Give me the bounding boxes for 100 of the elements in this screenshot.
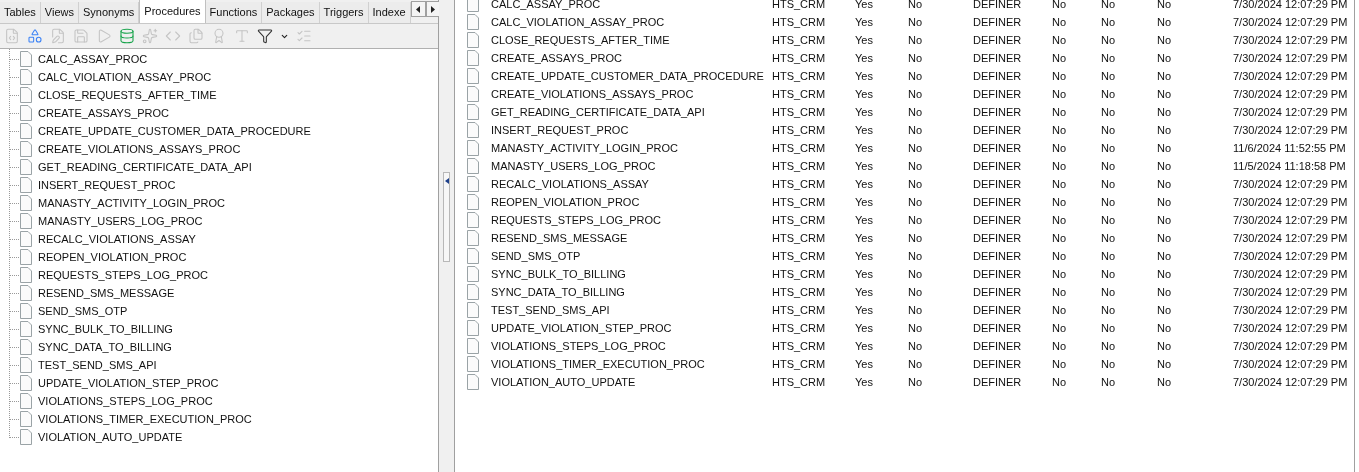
tab[interactable]: Packages bbox=[262, 2, 320, 23]
table-cell-text: No bbox=[1052, 302, 1068, 318]
table-cell-text: No bbox=[1052, 50, 1068, 66]
table-cell-text: Yes bbox=[855, 248, 874, 264]
table-cell-text: No bbox=[1101, 338, 1117, 354]
tree-item[interactable]: CREATE_VIOLATIONS_ASSAYS_PROC bbox=[38, 140, 241, 158]
tree-item[interactable]: MANASTY_USERS_LOG_PROC bbox=[38, 212, 203, 230]
tree-item[interactable]: INSERT_REQUEST_PROC bbox=[38, 176, 176, 194]
tree-item[interactable]: REOPEN_VIOLATION_PROC bbox=[38, 248, 187, 266]
table-cell-text: No bbox=[1052, 320, 1068, 336]
table-cell-text: VIOLATION_AUTO_UPDATE bbox=[491, 374, 637, 390]
tree-item[interactable]: VIOLATION_AUTO_UPDATE bbox=[38, 428, 183, 446]
table-cell-text: No bbox=[1052, 230, 1068, 246]
tab[interactable]: Synonyms bbox=[78, 2, 140, 23]
table-cell-text: No bbox=[1101, 122, 1117, 138]
document-icon bbox=[466, 230, 479, 246]
save-icon bbox=[73, 28, 89, 44]
right-arrow-icon bbox=[431, 5, 436, 13]
table-cell-text: No bbox=[1101, 50, 1117, 66]
tree-item[interactable]: RECALC_VIOLATIONS_ASSAY bbox=[38, 230, 196, 248]
tree-item[interactable]: REQUESTS_STEPS_LOG_PROC bbox=[38, 266, 208, 284]
tree-item[interactable]: SYNC_DATA_TO_BILLING bbox=[38, 338, 172, 356]
tree-item[interactable]: RESEND_SMS_MESSAGE bbox=[38, 284, 175, 302]
document-icon bbox=[20, 177, 32, 193]
document-icon bbox=[20, 267, 32, 283]
table-cell-text: Yes bbox=[855, 230, 874, 246]
table-cell-text: No bbox=[908, 140, 924, 156]
tree-item[interactable]: VIOLATIONS_STEPS_LOG_PROC bbox=[38, 392, 213, 410]
table-cell-text: HTS_CRM bbox=[772, 266, 827, 282]
table-cell-text: No bbox=[908, 194, 924, 210]
table-cell-text: No bbox=[1157, 338, 1173, 354]
tree-item[interactable]: CREATE_ASSAYS_PROC bbox=[38, 104, 170, 122]
document-icon bbox=[466, 212, 479, 228]
document-icon bbox=[20, 231, 32, 247]
table-cell-text: 7/30/2024 12:07:29 PM bbox=[1233, 104, 1349, 120]
tree-item[interactable]: UPDATE_VIOLATION_STEP_PROC bbox=[38, 374, 219, 392]
table-cell-text: No bbox=[1052, 14, 1068, 30]
tree-item[interactable]: SYNC_BULK_TO_BILLING bbox=[38, 320, 173, 338]
tab[interactable]: Indexe bbox=[368, 2, 411, 23]
table-cell-text: HTS_CRM bbox=[772, 68, 827, 84]
collapse-handle[interactable] bbox=[443, 172, 450, 262]
table-cell-text: No bbox=[1157, 32, 1173, 48]
table-cell-text: No bbox=[908, 338, 924, 354]
table-cell-text: 7/30/2024 12:07:29 PM bbox=[1233, 50, 1349, 66]
tree-item[interactable]: CALC_ASSAY_PROC bbox=[38, 50, 148, 68]
table-cell-text: No bbox=[1157, 320, 1173, 336]
table-cell-text: No bbox=[1157, 104, 1173, 120]
table-cell-text: HTS_CRM bbox=[772, 86, 827, 102]
table-cell-text: No bbox=[1101, 194, 1117, 210]
table-cell-text: No bbox=[1101, 374, 1117, 390]
table-cell-text: CALC_ASSAY_PROC bbox=[491, 0, 602, 12]
table-cell-text: No bbox=[1101, 212, 1117, 228]
tree-item[interactable]: SEND_SMS_OTP bbox=[38, 302, 128, 320]
tab[interactable]: Functions bbox=[205, 2, 263, 23]
table-cell-text: No bbox=[908, 356, 924, 372]
table-cell-text: CLOSE_REQUESTS_AFTER_TIME bbox=[491, 32, 671, 48]
tree-item[interactable]: GET_READING_CERTIFICATE_DATA_API bbox=[38, 158, 252, 176]
sparkles-icon bbox=[142, 28, 158, 44]
table-cell-text: Yes bbox=[855, 104, 874, 120]
code-icon bbox=[165, 28, 181, 44]
table-cell-text: HTS_CRM bbox=[772, 248, 827, 264]
tab[interactable]: Triggers bbox=[319, 2, 369, 23]
tree-item[interactable]: CLOSE_REQUESTS_AFTER_TIME bbox=[38, 86, 217, 104]
tree-item[interactable]: CREATE_UPDATE_CUSTOMER_DATA_PROCEDURE bbox=[38, 122, 311, 140]
document-icon bbox=[20, 105, 32, 121]
tree-item[interactable]: CALC_VIOLATION_ASSAY_PROC bbox=[38, 68, 212, 86]
table-cell-text: Yes bbox=[855, 338, 874, 354]
table-cell-text: DEFINER bbox=[973, 212, 1023, 228]
table-cell-text: HTS_CRM bbox=[772, 104, 827, 120]
table-cell-text: SYNC_DATA_TO_BILLING bbox=[491, 284, 626, 300]
document-icon bbox=[20, 429, 32, 445]
table-cell-text: No bbox=[1157, 0, 1173, 12]
files-icon bbox=[188, 28, 204, 44]
table-cell-text: 7/30/2024 12:07:29 PM bbox=[1233, 32, 1349, 48]
table-cell-text: Yes bbox=[855, 266, 874, 282]
table-cell-text: Yes bbox=[855, 14, 874, 30]
document-icon bbox=[20, 393, 32, 409]
tab[interactable]: Tables bbox=[0, 2, 41, 23]
table-cell-text: No bbox=[1052, 176, 1068, 192]
table-cell-text: No bbox=[1052, 212, 1068, 228]
tab[interactable]: Views bbox=[40, 2, 79, 23]
table-cell-text: CREATE_ASSAYS_PROC bbox=[491, 50, 624, 66]
database-icon bbox=[119, 28, 135, 44]
document-icon bbox=[20, 357, 32, 373]
table-cell-text: No bbox=[908, 230, 924, 246]
tree-item[interactable]: VIOLATIONS_TIMER_EXECUTION_PROC bbox=[38, 410, 252, 428]
document-icon bbox=[466, 122, 479, 138]
table-cell-text: No bbox=[1052, 158, 1068, 174]
tree-item[interactable]: MANASTY_ACTIVITY_LOGIN_PROC bbox=[38, 194, 226, 212]
table-cell-text: No bbox=[908, 158, 924, 174]
table-cell-text: DEFINER bbox=[973, 230, 1023, 246]
table-cell-text: No bbox=[1157, 14, 1173, 30]
table-cell-text: 7/30/2024 12:07:29 PM bbox=[1233, 14, 1349, 30]
toolbar-button[interactable] bbox=[256, 26, 274, 46]
document-icon bbox=[20, 303, 32, 319]
tab[interactable]: Procedures bbox=[139, 0, 206, 23]
table-cell-text: HTS_CRM bbox=[772, 302, 827, 318]
document-icon bbox=[20, 213, 32, 229]
tree-item[interactable]: TEST_SEND_SMS_API bbox=[38, 356, 157, 374]
table-cell-text: No bbox=[908, 86, 924, 102]
